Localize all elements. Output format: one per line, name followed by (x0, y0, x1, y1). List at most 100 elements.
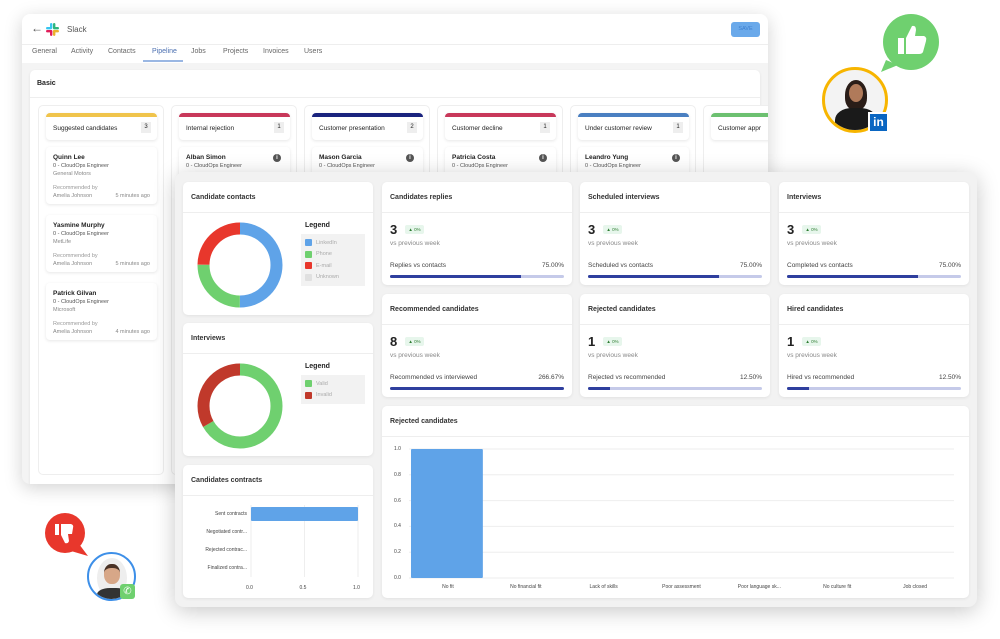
column-header: Customer decline 1 (445, 113, 556, 140)
candidate-role: 0 - CloudOps Engineer (452, 163, 508, 169)
legend-item[interactable]: LinkedIn (305, 237, 361, 249)
column-header: Customer presentation 2 (312, 113, 423, 140)
tab-general[interactable]: General (32, 48, 57, 55)
progress-bar (787, 275, 961, 278)
info-icon[interactable]: i (672, 154, 680, 162)
progress-value: 75.00% (938, 262, 961, 269)
tab-contacts[interactable]: Contacts (108, 48, 136, 55)
stat-title: Recommended candidates (390, 306, 479, 313)
progress-label: Completed vs contacts (787, 262, 853, 269)
info-icon[interactable]: i (406, 154, 414, 162)
comparison-label: vs previous week (588, 352, 638, 359)
legend-label: Invalid (316, 392, 332, 399)
column-color-bar (711, 113, 768, 117)
tab-invoices[interactable]: Invoices (263, 48, 289, 55)
change-badge: ▲ 0% (802, 225, 821, 234)
stat-value: 1 (787, 334, 795, 349)
candidate-company: MetLife (53, 239, 72, 245)
legend-item[interactable]: Valid (305, 378, 361, 390)
bar-sent-contracts (251, 507, 358, 521)
legend-label: Phone (316, 251, 332, 258)
rejected-bar-chart (409, 448, 954, 579)
legend-item[interactable]: Invalid (305, 390, 361, 402)
stat-value: 1 (588, 334, 596, 349)
thumbs-down-bubble-icon (45, 513, 88, 556)
comparison-label: vs previous week (787, 352, 837, 359)
tab-projects[interactable]: Projects (223, 48, 248, 55)
column-color-bar (312, 113, 423, 117)
column-header: Customer appr (711, 113, 768, 140)
y-tick-label: 0.4 (394, 523, 401, 530)
x-tick-label: Poor language sk... (737, 584, 781, 590)
candidate-card[interactable]: Yasmine Murphy 0 - CloudOps Engineer MetLi… (46, 215, 157, 272)
progress-fill (390, 387, 564, 390)
column-count-badge: 3 (141, 122, 151, 133)
legend-swatch (305, 391, 312, 399)
x-tick-label: 0.5 (299, 585, 307, 591)
legend-item[interactable]: Unknown (305, 272, 361, 284)
save-button[interactable]: SAVE (731, 22, 760, 37)
x-tick-label: No fit (442, 584, 454, 590)
legend-item[interactable]: E-mail (305, 260, 361, 272)
y-tick-label: 0.0 (394, 575, 401, 581)
candidate-card[interactable]: Patrick Gilvan 0 - CloudOps Engineer Micro… (46, 283, 157, 340)
candidates-contracts-card: Candidates contracts 0.0 0.5 1.0 Sent contra… (183, 465, 373, 598)
stat-title: Candidates replies (390, 194, 453, 201)
candidate-name: Quinn Lee (53, 154, 85, 161)
divider (580, 324, 770, 325)
back-arrow-icon[interactable]: ← (31, 21, 43, 35)
column-count-badge: 2 (407, 122, 417, 133)
column-color-bar (445, 113, 556, 117)
candidate-role: 0 - CloudOps Engineer (186, 163, 242, 169)
info-icon[interactable]: i (273, 154, 281, 162)
column-color-bar (179, 113, 290, 117)
change-badge: ▲ 0% (405, 225, 424, 234)
progress-bar (787, 387, 961, 390)
column-color-bar (46, 113, 157, 117)
column-count-badge: 1 (673, 122, 683, 133)
timestamp: 5 minutes ago (115, 193, 150, 199)
legend-title: Legend (305, 222, 330, 229)
legend-title: Legend (305, 363, 330, 370)
x-tick-label: Job closed (903, 584, 928, 590)
divider (183, 353, 373, 354)
comparison-label: vs previous week (390, 240, 440, 247)
tab-users[interactable]: Users (304, 48, 322, 55)
progress-bar (390, 275, 564, 278)
progress-value: 266.67% (538, 374, 564, 381)
x-tick-label: 1.0 (353, 585, 360, 591)
progress-label: Hired vs recommended (787, 374, 855, 381)
stat-title: Hired candidates (787, 306, 844, 313)
legend-label: LinkedIn (316, 239, 337, 246)
legend-swatch (305, 380, 312, 388)
divider (30, 97, 760, 98)
timestamp: 5 minutes ago (115, 261, 150, 267)
progress-bar (390, 387, 564, 390)
x-tick-label: Lack of skills (589, 584, 618, 590)
phone-badge-icon: ✆ (120, 584, 135, 599)
dashboard-window: Candidates replies 3 ▲ 0% vs previous week R… (175, 172, 977, 607)
tab-activity[interactable]: Activity (71, 48, 93, 55)
stat-card: Scheduled interviews 3 ▲ 0% vs previous wee… (580, 182, 770, 285)
stat-card: Rejected candidates 1 ▲ 0% vs previous week… (580, 294, 770, 397)
column-label: Customer appr (718, 125, 761, 132)
candidate-card[interactable]: Quinn Lee 0 - CloudOps Engineer General Mo… (46, 147, 157, 204)
legend-item[interactable]: Phone (305, 249, 361, 261)
candidate-name: Patrick Gilvan (53, 290, 97, 297)
progress-value: 75.00% (541, 262, 564, 269)
info-icon[interactable]: i (539, 154, 547, 162)
timestamp: 4 minutes ago (115, 329, 150, 335)
progress-value: 12.50% (739, 374, 762, 381)
bar-no-fit (411, 449, 483, 578)
progress-bar (588, 387, 762, 390)
y-tick-label: 1.0 (394, 446, 401, 452)
tab-jobs[interactable]: Jobs (191, 48, 206, 55)
change-badge: ▲ 0% (802, 337, 821, 346)
tab-bar: General Activity Contacts Pipeline Jobs Proje… (22, 45, 768, 63)
chart-title: Candidate contacts (191, 194, 256, 201)
progress-fill (588, 387, 610, 390)
divider (779, 212, 969, 213)
column-label: Internal rejection (186, 125, 235, 132)
tab-pipeline[interactable]: Pipeline (152, 48, 177, 55)
candidate-role: 0 - CloudOps Engineer (53, 231, 109, 237)
